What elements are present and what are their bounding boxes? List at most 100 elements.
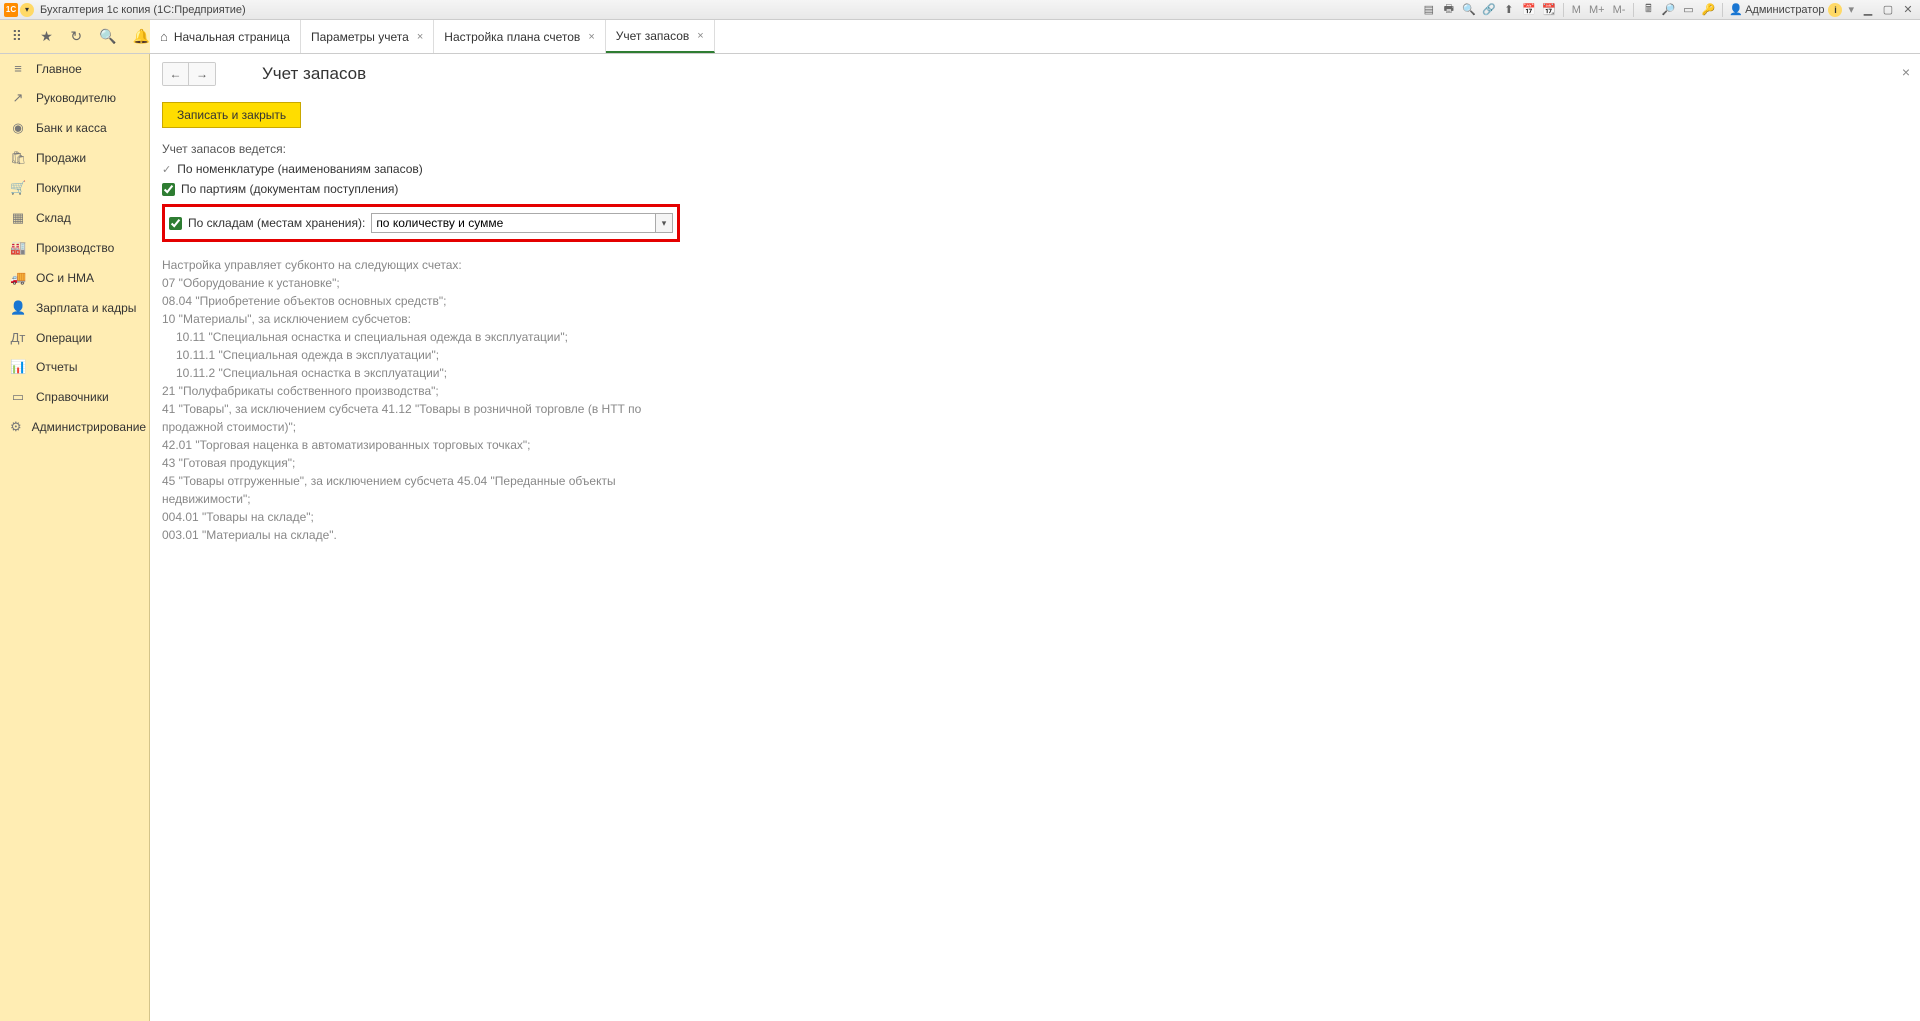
sidebar-item-label: Продажи <box>36 151 86 165</box>
nav-buttons: ← → <box>162 62 216 86</box>
home-icon: ⌂ <box>160 29 168 44</box>
save-close-button[interactable]: Записать и закрыть <box>162 102 301 128</box>
sidebar-item[interactable]: ≡Главное <box>0 54 149 83</box>
tab-label: Учет запасов <box>616 29 690 43</box>
warehouses-checkbox[interactable] <box>169 217 182 230</box>
tab-home[interactable]: ⌂ Начальная страница <box>150 20 301 53</box>
calc-icon[interactable]: 🖩 <box>1640 2 1656 18</box>
nav-back-button[interactable]: ← <box>163 63 189 85</box>
sidebar-item-label: Отчеты <box>36 360 77 374</box>
zoom-icon[interactable]: 🔎 <box>1660 2 1676 18</box>
tab-plan-accounts[interactable]: Настройка плана счетов × <box>434 20 605 53</box>
sidebar-item-label: Руководителю <box>36 91 116 105</box>
info-line: 21 "Полуфабрикаты собственного производс… <box>162 382 662 400</box>
sidebar-item[interactable]: 🏭Производство <box>0 233 149 263</box>
sidebar-icon: 🛒 <box>10 180 26 196</box>
print-icon[interactable]: 🖶 <box>1441 2 1457 18</box>
sidebar-item[interactable]: ◉Банк и касса <box>0 113 149 143</box>
close-window-icon[interactable]: ✕ <box>1900 2 1916 18</box>
panel-icon[interactable]: ▭ <box>1680 2 1696 18</box>
sidebar-icon: ≡ <box>10 61 26 76</box>
tab-inventory[interactable]: Учет запасов × <box>606 20 715 53</box>
info-line: 004.01 "Товары на складе"; <box>162 508 662 526</box>
titlebar: 1C ▾ Бухгалтерия 1с копия (1С:Предприяти… <box>0 0 1920 20</box>
sidebar-item[interactable]: ▦Склад <box>0 203 149 233</box>
warehouses-mode-input[interactable] <box>371 213 655 233</box>
app-menu-dropdown-icon[interactable]: ▾ <box>20 3 34 17</box>
search-doc-icon[interactable]: 🔍 <box>1461 2 1477 18</box>
toolbar-left: ⠿ ★ ↻ 🔍 🔔 <box>0 20 150 53</box>
tab-close-icon[interactable]: × <box>588 31 594 43</box>
link-icon[interactable]: 🔗 <box>1481 2 1497 18</box>
upload-icon[interactable]: ⬆ <box>1501 2 1517 18</box>
tab-close-icon[interactable]: × <box>697 30 703 42</box>
sidebar-item-label: Зарплата и кадры <box>36 301 136 315</box>
batches-label: По партиям (документам поступления) <box>181 182 398 196</box>
favorites-star-icon[interactable]: ★ <box>40 28 54 46</box>
sidebar-item[interactable]: 🚚 ОС и НМА <box>0 263 149 293</box>
sidebar-icon: 👤 <box>10 300 26 316</box>
sidebar: ≡Главное↗Руководителю◉Банк и касса 🛍 Прода… <box>0 54 150 1021</box>
sidebar-item[interactable]: Дт Операции <box>0 323 149 352</box>
sidebar-icon: Дт <box>10 330 26 345</box>
sidebar-item-label: Покупки <box>36 181 81 195</box>
info-line: 08.04 "Приобретение объектов основных ср… <box>162 292 662 310</box>
m-button[interactable]: M <box>1570 4 1583 16</box>
maximize-icon[interactable]: ▢ <box>1880 2 1896 18</box>
key-icon[interactable]: 🔑 <box>1700 2 1716 18</box>
batches-checkbox[interactable] <box>162 183 175 196</box>
sidebar-icon: 🚚 <box>10 270 26 286</box>
section-label: Учет запасов ведется: <box>162 142 1908 156</box>
info-icon[interactable]: i <box>1828 3 1842 17</box>
info-line: 42.01 "Торговая наценка в автоматизирова… <box>162 436 662 454</box>
tab-label: Параметры учета <box>311 30 409 44</box>
calendar-icon[interactable]: 📅 <box>1521 2 1537 18</box>
tab-params[interactable]: Параметры учета × <box>301 20 434 53</box>
info-line: 003.01 "Материалы на складе". <box>162 526 662 544</box>
sidebar-icon: ◉ <box>10 120 26 136</box>
sidebar-item[interactable]: 🛒 Покупки <box>0 173 149 203</box>
user-icon: 👤 <box>1729 3 1743 16</box>
info-line: 45 "Товары отгруженные", за исключением … <box>162 472 662 508</box>
info-line: 10.11.1 "Специальная одежда в эксплуатац… <box>162 346 662 364</box>
info-line: 07 "Оборудование к установке"; <box>162 274 662 292</box>
window-title: Бухгалтерия 1с копия (1С:Предприятие) <box>40 4 246 16</box>
sidebar-icon: 🛍 <box>10 150 26 166</box>
fixed-nomenclature-label: По номенклатуре (наименованиям запасов) <box>177 162 423 176</box>
sidebar-item[interactable]: ⚙Администрирование <box>0 412 149 442</box>
tabs-bar: ⌂ Начальная страница Параметры учета × Н… <box>150 20 715 53</box>
info-text-block: Настройка управляет субконто на следующи… <box>162 256 662 544</box>
user-label[interactable]: 👤 Администратор <box>1729 3 1824 16</box>
sidebar-item-label: Справочники <box>36 390 109 404</box>
tab-close-icon[interactable]: × <box>417 31 423 43</box>
info-line: 41 "Товары", за исключением субсчета 41.… <box>162 400 662 436</box>
dropdown-toggle-icon[interactable]: ▾ <box>655 213 673 233</box>
notifications-bell-icon[interactable]: 🔔 <box>133 28 150 46</box>
sidebar-icon: ▭ <box>10 389 26 405</box>
close-page-icon[interactable]: × <box>1902 64 1910 80</box>
sidebar-item[interactable]: ▭ Справочники <box>0 382 149 412</box>
sidebar-item-label: ОС и НМА <box>36 271 94 285</box>
info-dropdown[interactable]: ▾ <box>1846 3 1856 16</box>
sidebar-item[interactable]: 🛍 Продажи <box>0 143 149 173</box>
minimize-icon[interactable]: ▁ <box>1860 2 1876 18</box>
sidebar-item[interactable]: 📊 Отчеты <box>0 352 149 382</box>
sidebar-icon: ⚙ <box>10 419 22 435</box>
sidebar-item[interactable]: ↗Руководителю <box>0 83 149 113</box>
nav-forward-button[interactable]: → <box>189 63 215 85</box>
apps-grid-icon[interactable]: ⠿ <box>10 28 24 46</box>
history-icon[interactable]: ↻ <box>69 28 83 46</box>
info-line: 10 "Материалы", за исключением субсчетов… <box>162 310 662 328</box>
calendar2-icon[interactable]: 📆 <box>1541 2 1557 18</box>
sidebar-item-label: Операции <box>36 331 92 345</box>
sidebar-icon: 📊 <box>10 359 26 375</box>
warehouses-highlight-box: По складам (местам хранения): ▾ <box>162 204 680 242</box>
print-preview-icon[interactable]: ▤ <box>1421 2 1437 18</box>
m-minus-button[interactable]: M- <box>1611 4 1628 16</box>
info-line: 10.11 "Специальная оснастка и специальна… <box>162 328 662 346</box>
sidebar-item[interactable]: 👤 Зарплата и кадры <box>0 293 149 323</box>
page-title: Учет запасов <box>262 64 366 84</box>
m-plus-button[interactable]: M+ <box>1587 4 1607 16</box>
warehouses-label: По складам (местам хранения): <box>188 216 365 230</box>
search-icon[interactable]: 🔍 <box>99 28 116 46</box>
